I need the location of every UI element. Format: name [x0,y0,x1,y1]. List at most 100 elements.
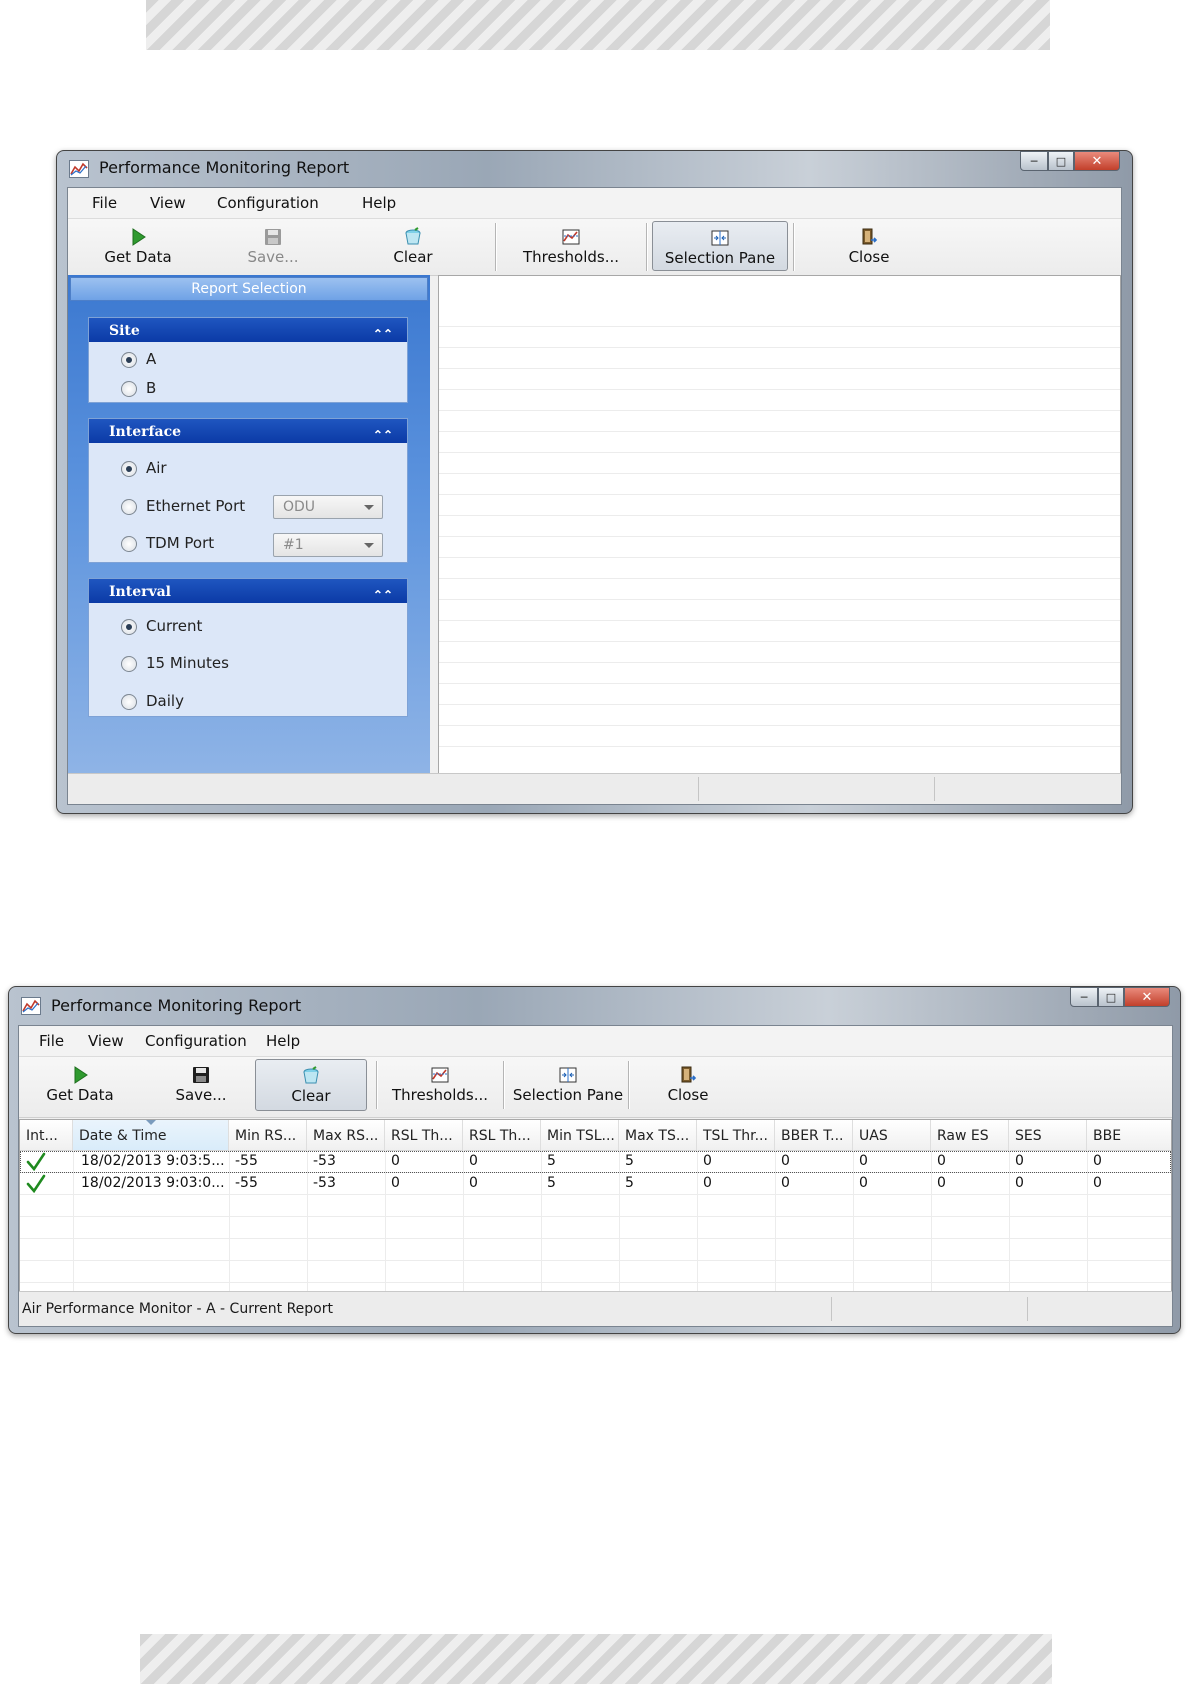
selection-pane-button[interactable]: Selection Pane [652,221,788,271]
interface-tdm-radio[interactable] [121,536,137,552]
menu-view[interactable]: View [88,1032,124,1050]
interface-group-header[interactable]: Interface ⌃⌃ [89,419,407,443]
site-a-radio[interactable] [121,352,137,368]
col-header-uas[interactable]: UAS [853,1120,931,1150]
menu-file[interactable]: File [92,194,117,212]
selection-pane: Report Selection Site ⌃⌃ A B Interface ⌃… [68,275,430,776]
save-button[interactable]: Save... [218,221,328,271]
cell-bbe: 0 [1093,1175,1102,1191]
col-header-rsl-th-1[interactable]: RSL Th... [385,1120,463,1150]
interval-group: Interval ⌃⌃ Current 15 Minutes Daily [88,578,408,717]
table-row[interactable]: 18/02/2013 9:03:5... -55 -53 0 0 5 5 0 0… [20,1151,1171,1173]
close-label: Close [848,248,890,266]
table-row-empty [20,1239,1171,1261]
cell-tsl-thr: 0 [703,1175,712,1191]
col-header-rsl-th-2[interactable]: RSL Th... [463,1120,541,1150]
status-bar: Air Performance Monitor - A - Current Re… [19,1291,1172,1326]
save-button[interactable]: Save... [151,1059,251,1109]
col-header-interval[interactable]: Int... [20,1120,73,1150]
menu-configuration[interactable]: Configuration [145,1032,247,1050]
minimize-icon: ─ [1030,154,1038,168]
menu-help[interactable]: Help [362,194,396,212]
play-icon [74,1066,88,1084]
close-window-button[interactable]: ✕ [1074,151,1120,171]
site-b-radio[interactable] [121,381,137,397]
toolbar-separator [628,1061,630,1109]
menu-file[interactable]: File [39,1032,64,1050]
close-window-button[interactable]: ✕ [1124,987,1170,1007]
minimize-button[interactable]: ─ [1020,151,1048,171]
menu-help[interactable]: Help [266,1032,300,1050]
title-bar[interactable]: Performance Monitoring Report ─ □ ✕ [19,987,1170,1023]
interval-15min-label: 15 Minutes [146,654,229,672]
collapse-chevron-icon[interactable]: ⌃⌃ [373,582,393,608]
cell-max-rsl: -53 [313,1175,336,1191]
close-label: Close [667,1086,709,1104]
col-header-raw-es[interactable]: Raw ES [931,1120,1009,1150]
table-row[interactable]: 18/02/2013 9:03:0... -55 -53 0 0 5 5 0 0… [20,1173,1171,1195]
toolbar-separator [646,223,648,271]
minimize-icon: ─ [1080,990,1088,1004]
thresholds-button[interactable]: Thresholds... [381,1059,499,1109]
selection-pane-button[interactable]: Selection Pane [507,1059,629,1109]
col-header-min-tsl[interactable]: Min TSL... [541,1120,619,1150]
col-header-min-rsl[interactable]: Min RS... [229,1120,307,1150]
interval-daily-radio[interactable] [121,694,137,710]
menu-bar: File View Configuration Help [68,188,1121,219]
col-header-bbe[interactable]: BBE [1087,1120,1171,1150]
menu-configuration[interactable]: Configuration [217,194,319,212]
clear-bucket-icon [405,227,421,245]
report-area [438,275,1121,776]
interface-ethernet-radio[interactable] [121,499,137,515]
cell-date-time: 18/02/2013 9:03:5... [81,1153,225,1169]
close-button[interactable]: Close [799,221,939,271]
col-header-ses[interactable]: SES [1009,1120,1087,1150]
ethernet-port-select[interactable]: ODU [273,495,383,519]
report-selection-header: Report Selection [70,277,428,301]
close-icon: ✕ [1141,989,1153,1005]
col-header-max-tsl[interactable]: Max TS... [619,1120,697,1150]
col-header-tsl-thr[interactable]: TSL Thr... [697,1120,775,1150]
results-grid: Int... Date & Time Min RS... Max RS... R… [19,1119,1172,1292]
site-a-label: A [146,350,157,368]
tdm-port-select[interactable]: #1 [273,533,383,557]
interface-air-radio[interactable] [121,461,137,477]
cell-raw-es: 0 [937,1175,946,1191]
close-button[interactable]: Close [633,1059,743,1109]
maximize-button[interactable]: □ [1048,151,1074,171]
site-group-header[interactable]: Site ⌃⌃ [89,318,407,342]
clear-button[interactable]: Clear [358,221,468,271]
cell-max-tsl: 5 [625,1153,634,1169]
save-label: Save... [175,1086,227,1104]
window-report-results: Performance Monitoring Report ─ □ ✕ File… [8,986,1181,1334]
menu-view[interactable]: View [150,194,186,212]
interval-group-header[interactable]: Interval ⌃⌃ [89,579,407,603]
selection-pane-label: Selection Pane [512,1086,624,1104]
selection-pane-icon [559,1067,577,1083]
collapse-chevron-icon[interactable]: ⌃⌃ [373,422,393,448]
cell-uas: 0 [859,1153,868,1169]
col-header-max-rsl[interactable]: Max RS... [307,1120,385,1150]
exit-door-icon [862,228,878,245]
collapse-chevron-icon[interactable]: ⌃⌃ [373,321,393,347]
window-title: Performance Monitoring Report [51,996,302,1015]
minimize-button[interactable]: ─ [1070,987,1098,1007]
selection-pane-label: Selection Pane [664,249,776,267]
status-bar [68,773,1121,804]
maximize-button[interactable]: □ [1098,987,1124,1007]
get-data-button[interactable]: Get Data [25,1059,135,1109]
interval-current-radio[interactable] [121,619,137,635]
get-data-button[interactable]: Get Data [78,221,198,271]
interface-group: Interface ⌃⌃ Air Ethernet Port ODU TDM P… [88,418,408,563]
clear-button[interactable]: Clear [255,1059,367,1111]
title-bar[interactable]: Performance Monitoring Report ─ □ ✕ [67,151,1122,187]
cell-min-tsl: 5 [547,1175,556,1191]
thresholds-chart-icon [562,229,580,245]
thresholds-label: Thresholds... [391,1086,489,1104]
client-area: File View Configuration Help Get Data Sa… [67,187,1122,805]
thresholds-button[interactable]: Thresholds... [501,221,641,271]
col-header-bber-t[interactable]: BBER T... [775,1120,853,1150]
cell-raw-es: 0 [937,1153,946,1169]
interval-15min-radio[interactable] [121,656,137,672]
ethernet-port-value: ODU [283,499,316,515]
